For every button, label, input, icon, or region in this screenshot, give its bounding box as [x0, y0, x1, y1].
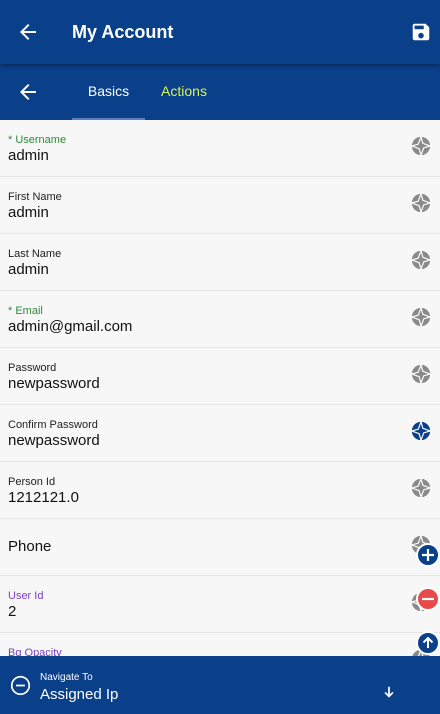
aperture-icon[interactable] — [410, 477, 432, 499]
username-label: * Username — [8, 134, 67, 146]
aperture-icon[interactable] — [410, 249, 432, 271]
aperture-icon[interactable] — [410, 306, 432, 328]
aperture-icon[interactable] — [410, 363, 432, 385]
aperture-icon[interactable] — [410, 420, 432, 442]
scroll-up-button[interactable] — [416, 631, 440, 655]
phone-field[interactable]: Phone — [0, 519, 440, 576]
top-app-bar: My Account — [0, 0, 440, 64]
app-root: My Account Basics Actions * Username adm… — [0, 0, 440, 714]
password-label: Password — [8, 362, 57, 374]
phone-label[interactable]: Phone — [8, 538, 51, 556]
username-value[interactable]: admin — [8, 147, 49, 165]
aperture-icon[interactable] — [410, 192, 432, 214]
tab-basics[interactable]: Basics — [72, 64, 145, 120]
plus-icon — [422, 549, 434, 561]
arrow-left-icon[interactable] — [16, 20, 40, 44]
bg-opacity-field[interactable]: Bg Opacity — [0, 633, 440, 656]
aperture-icon[interactable] — [410, 135, 432, 157]
email-value[interactable]: admin@gmail.com — [8, 318, 132, 336]
last-name-label: Last Name — [8, 248, 62, 260]
tab-bar: Basics Actions — [0, 64, 440, 120]
tab-actions[interactable]: Actions — [150, 64, 218, 120]
last-name-field[interactable]: Last Name admin — [0, 234, 440, 291]
bg-opacity-label: Bg Opacity — [8, 647, 62, 656]
email-label: * Email — [8, 305, 43, 317]
person-id-label: Person Id — [8, 476, 56, 488]
add-button[interactable] — [416, 543, 440, 567]
arrow-down-icon[interactable] — [382, 685, 396, 699]
user-id-field[interactable]: User Id 2 — [0, 576, 440, 633]
person-id-value[interactable]: 1212121.0 — [8, 489, 79, 507]
navigate-label: Navigate To — [40, 672, 93, 683]
username-field[interactable]: * Username admin — [0, 120, 440, 177]
arrow-left-icon[interactable] — [16, 80, 40, 104]
confirm-password-value[interactable]: newpassword — [8, 432, 100, 450]
remove-button[interactable] — [416, 587, 440, 611]
password-value[interactable]: newpassword — [8, 375, 100, 393]
user-id-value[interactable]: 2 — [8, 603, 16, 621]
navigate-bar[interactable]: Navigate To Assigned Ip — [0, 656, 440, 714]
first-name-value[interactable]: admin — [8, 204, 49, 222]
minus-icon — [422, 597, 434, 601]
person-id-field[interactable]: Person Id 1212121.0 — [0, 462, 440, 519]
last-name-value[interactable]: admin — [8, 261, 49, 279]
first-name-field[interactable]: First Name admin — [0, 177, 440, 234]
first-name-label: First Name — [8, 191, 62, 203]
minus-circle-icon[interactable] — [10, 675, 31, 696]
confirm-password-field[interactable]: Confirm Password newpassword — [0, 405, 440, 462]
page-title: My Account — [72, 22, 174, 42]
arrow-up-icon — [422, 636, 434, 648]
user-id-label: User Id — [8, 590, 44, 602]
email-field[interactable]: * Email admin@gmail.com — [0, 291, 440, 348]
confirm-password-label: Confirm Password — [8, 419, 98, 431]
navigate-value[interactable]: Assigned Ip — [40, 686, 118, 704]
save-icon[interactable] — [410, 21, 432, 43]
password-field[interactable]: Password newpassword — [0, 348, 440, 405]
account-form: * Username admin First Name admin Last N… — [0, 120, 440, 656]
